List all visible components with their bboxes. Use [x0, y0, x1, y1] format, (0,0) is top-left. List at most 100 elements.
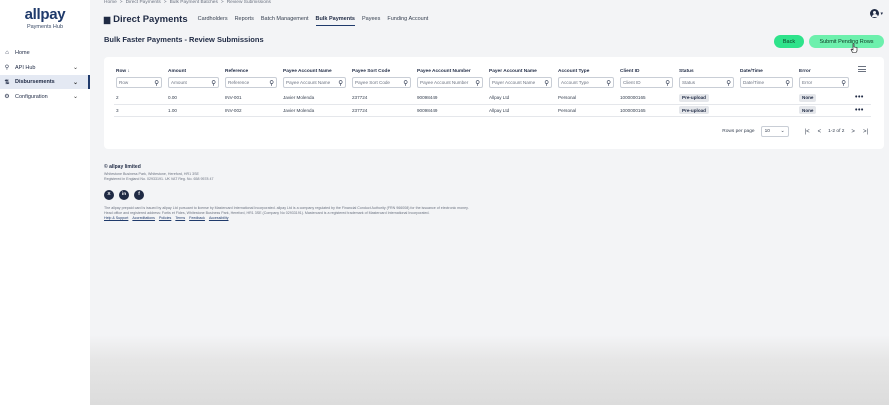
sidebar-item-configuration[interactable]: ⚙ Configuration ⌄ — [0, 90, 90, 104]
cell-date-time — [738, 104, 797, 117]
search-icon[interactable]: ⚲ — [726, 79, 731, 87]
breadcrumb-home[interactable]: Home — [104, 0, 117, 5]
sidebar-item-label: Home — [15, 50, 30, 56]
tab-reports[interactable]: Reports — [235, 13, 254, 26]
x-icon[interactable]: X — [104, 189, 114, 200]
filter-account-type-field[interactable]: ⚲ — [558, 77, 614, 88]
more-options-icon[interactable]: ••• — [855, 94, 864, 101]
filter-client-id-input[interactable] — [623, 80, 665, 85]
column-header-payee-sort-code[interactable]: Payee Sort Code — [350, 67, 415, 75]
column-header-amount[interactable]: Amount — [166, 67, 223, 75]
filter-payee-account-name-input[interactable] — [286, 80, 338, 85]
search-icon[interactable]: ⚲ — [785, 79, 790, 87]
submit-pending-rows-button[interactable]: Submit Pending Rows — [809, 35, 884, 48]
breadcrumb-direct-payments[interactable]: Direct Payments — [126, 0, 161, 5]
column-header-client-id[interactable]: Client ID — [618, 67, 677, 75]
column-header-payer-account-name[interactable]: Payer Account Name — [487, 67, 556, 75]
filter-payee-account-number-input[interactable] — [420, 80, 475, 85]
column-header-payee-account-number[interactable]: Payee Account Number — [415, 67, 487, 75]
filter-account-type-input[interactable] — [561, 80, 606, 85]
column-header-account-type[interactable]: Account Type — [556, 67, 618, 75]
last-page-icon[interactable]: >| — [863, 129, 868, 135]
cell-payee-account-name: Javier Molenda — [281, 104, 350, 117]
link-accessibility[interactable]: Accessibility — [209, 216, 229, 220]
prev-page-icon[interactable]: < — [818, 129, 822, 135]
tabs: Cardholders Reports Batch Management Bul… — [198, 13, 436, 26]
error-badge: None — [799, 93, 817, 102]
search-icon[interactable]: ⚲ — [544, 79, 549, 87]
link-help-support[interactable]: Help & Support — [104, 216, 128, 220]
next-page-icon[interactable]: > — [851, 129, 855, 135]
table-row[interactable]: 3 1.00 INV-002 Javier Molenda 237724 900… — [114, 104, 871, 117]
column-header-error[interactable]: Error — [797, 67, 853, 75]
cell-payee-account-name: Javier Molenda — [281, 92, 350, 105]
search-icon[interactable]: ⚲ — [475, 79, 480, 87]
search-icon[interactable]: ⚲ — [403, 79, 408, 87]
back-button[interactable]: Back — [774, 35, 804, 48]
user-avatar-icon — [870, 9, 880, 18]
breadcrumb-bulk-payment-batches[interactable]: Bulk Payment Batches — [170, 0, 218, 5]
filter-row-input[interactable] — [119, 80, 154, 85]
api-hub-icon: ⚲ — [4, 65, 10, 71]
cell-account-type: Personal — [556, 104, 618, 117]
column-header-reference[interactable]: Reference — [223, 67, 281, 75]
breadcrumb-separator: > — [119, 0, 123, 5]
tab-funding-account[interactable]: Funding Account — [387, 13, 428, 26]
column-header-status[interactable]: Status — [677, 67, 738, 75]
column-header-row[interactable]: Row ↓ — [114, 67, 166, 75]
more-options-icon[interactable]: ••• — [855, 107, 864, 114]
column-header-date-time[interactable]: Date/Time — [738, 67, 797, 75]
brand-subtitle: Payments Hub — [26, 24, 64, 30]
search-icon[interactable]: ⚲ — [665, 79, 670, 87]
filter-client-id-field[interactable]: ⚲ — [620, 77, 673, 88]
search-icon[interactable]: ⚲ — [154, 79, 159, 87]
link-accreditations[interactable]: Accreditations — [132, 216, 155, 220]
filter-reference-input[interactable] — [228, 80, 269, 85]
cell-payee-sort-code: 237724 — [350, 104, 415, 117]
cell-payer-account-name: Allpay Ltd — [487, 104, 556, 117]
filter-amount-field[interactable]: ⚲ — [168, 77, 219, 88]
filter-payee-sort-code-input[interactable] — [355, 80, 403, 85]
link-feedback[interactable]: Feedback — [189, 216, 205, 220]
tab-batch-management[interactable]: Batch Management — [261, 13, 309, 26]
filter-row-field[interactable]: ⚲ — [116, 77, 162, 88]
chevron-down-icon: ▾ — [880, 10, 883, 17]
search-icon[interactable]: ⚲ — [841, 79, 846, 87]
column-header-payee-account-name[interactable]: Payee Account Name — [281, 67, 350, 75]
filter-error-input[interactable] — [802, 80, 841, 85]
filter-amount-input[interactable] — [171, 80, 211, 85]
filter-payee-account-number-field[interactable]: ⚲ — [417, 77, 483, 88]
sidebar-item-home[interactable]: ⌂ Home — [0, 46, 90, 60]
linkedin-icon[interactable]: in — [119, 189, 129, 200]
cell-payer-account-name: Allpay Ltd — [487, 92, 556, 105]
filter-status-input[interactable] — [682, 80, 726, 85]
first-page-icon[interactable]: |< — [805, 129, 810, 135]
rows-per-page-value: 10 — [764, 129, 770, 134]
legal-text: Head office and registered address: Fort… — [104, 210, 430, 215]
filter-payer-account-name-field[interactable]: ⚲ — [489, 77, 552, 88]
tab-payees[interactable]: Payees — [362, 13, 380, 26]
search-icon[interactable]: ⚲ — [211, 79, 216, 87]
filter-status-field[interactable]: ⚲ — [679, 77, 734, 88]
logo[interactable]: allpay Payments Hub — [0, 0, 90, 30]
filter-error-field[interactable]: ⚲ — [799, 77, 849, 88]
facebook-icon[interactable]: f — [134, 189, 144, 200]
filter-date-time-input[interactable] — [743, 80, 785, 85]
filter-payee-account-name-field[interactable]: ⚲ — [283, 77, 346, 88]
rows-per-page-select[interactable]: 10 ⌄ — [760, 126, 789, 137]
filter-date-time-field[interactable]: ⚲ — [740, 77, 793, 88]
account-menu[interactable]: ▾ — [870, 9, 883, 18]
filter-reference-field[interactable]: ⚲ — [225, 77, 277, 88]
sidebar-item-api-hub[interactable]: ⚲ API Hub ⌄ — [0, 61, 90, 75]
table-row[interactable]: 2 0.00 INV-001 Javier Molenda 237724 900… — [114, 92, 871, 105]
tab-bulk-payments[interactable]: Bulk Payments — [315, 13, 355, 26]
tab-cardholders[interactable]: Cardholders — [198, 13, 228, 26]
link-policies[interactable]: Policies — [159, 216, 171, 220]
search-icon[interactable]: ⚲ — [269, 79, 274, 87]
search-icon[interactable]: ⚲ — [338, 79, 343, 87]
search-icon[interactable]: ⚲ — [606, 79, 611, 87]
filter-payee-sort-code-field[interactable]: ⚲ — [352, 77, 411, 88]
filter-payer-account-name-input[interactable] — [492, 80, 544, 85]
link-terms[interactable]: Terms — [175, 216, 185, 220]
sidebar-item-disbursements[interactable]: ⇅ Disbursements ⌄ — [0, 75, 90, 89]
